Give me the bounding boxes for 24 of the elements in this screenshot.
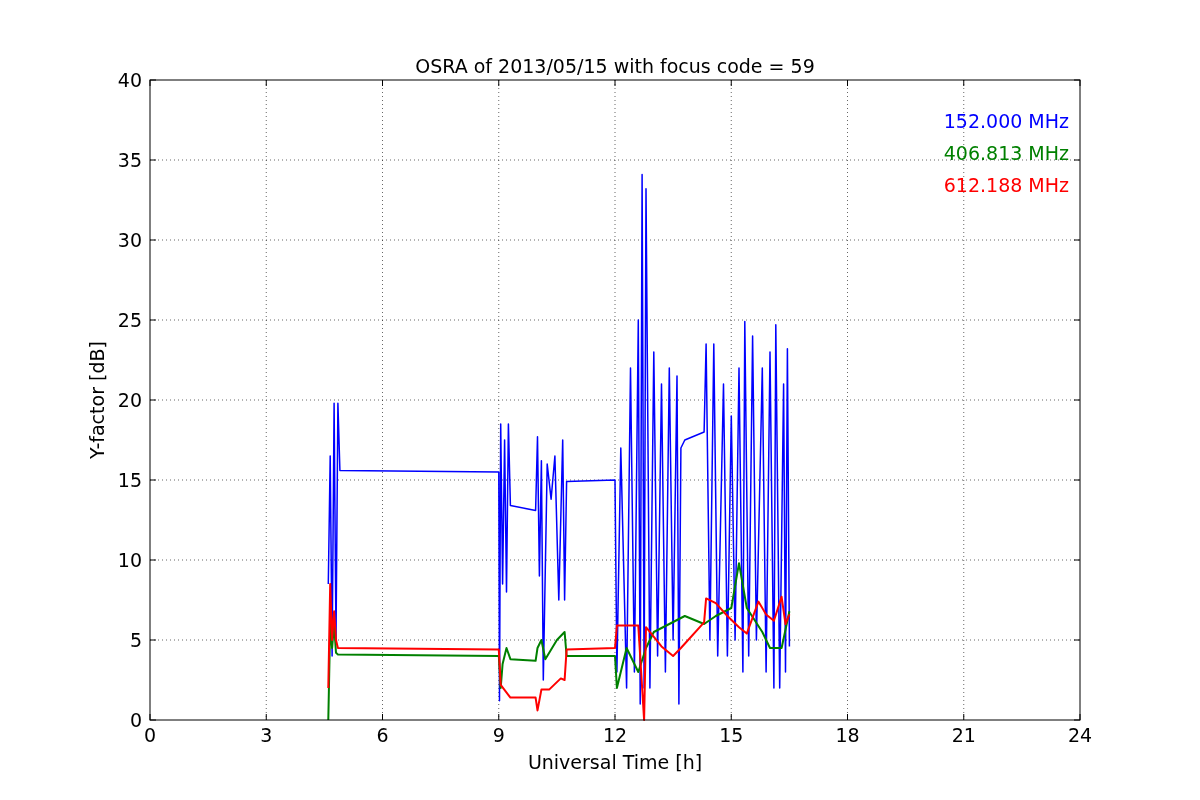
x-tick-label: 6	[376, 724, 389, 746]
legend-label: 152.000 MHz	[943, 110, 1069, 132]
x-tick-label: 18	[835, 724, 860, 746]
legend-label: 406.813 MHz	[943, 142, 1069, 164]
x-tick-label: 12	[602, 724, 628, 746]
y-tick-label: 20	[117, 389, 142, 411]
y-tick-label: 15	[117, 469, 142, 491]
x-tick-label: 21	[951, 724, 976, 746]
y-tick-label: 25	[117, 309, 142, 331]
x-tick-label: 0	[143, 724, 157, 746]
legend-label: 612.188 MHz	[943, 174, 1069, 196]
chart-title: OSRA of 2013/05/15 with focus code = 59	[415, 55, 815, 77]
y-tick-label: 5	[129, 629, 142, 651]
y-tick-label: 40	[117, 69, 142, 91]
y-tick-label: 0	[129, 709, 142, 731]
y-tick-label: 10	[117, 549, 142, 571]
x-tick-label: 15	[719, 724, 744, 746]
x-tick-label: 9	[492, 724, 505, 746]
y-axis-label: Y-factor [dB]	[86, 341, 108, 459]
x-tick-label: 3	[260, 724, 273, 746]
y-tick-label: 35	[117, 149, 142, 171]
y-tick-label: 30	[117, 229, 142, 251]
x-axis-label: Universal Time [h]	[527, 751, 703, 773]
x-tick-label: 24	[1067, 724, 1093, 746]
